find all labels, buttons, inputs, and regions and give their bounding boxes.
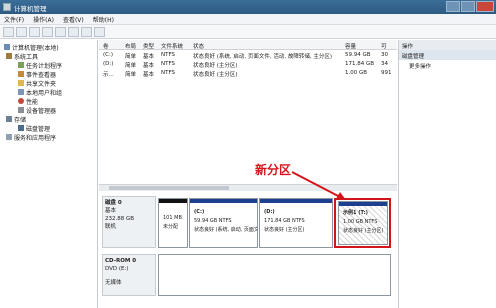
tree-disk-management[interactable]: 磁盘管理	[18, 124, 50, 133]
app-icon	[3, 3, 11, 11]
partition-d[interactable]: (D:) 171.84 GB NTFS 状态良好 (主分区)	[259, 198, 333, 248]
col-filesystem[interactable]: 文件系统	[161, 42, 183, 50]
forward-button[interactable]	[16, 26, 27, 37]
menu-file[interactable]: 文件(F)	[4, 15, 24, 24]
action-pane: 操作 磁盘管理 更多操作	[398, 40, 496, 308]
tree-local-users[interactable]: 本地用户和组	[18, 88, 62, 97]
more-actions-link[interactable]: 更多操作	[399, 60, 496, 70]
users-icon	[18, 89, 24, 95]
title-bar: 计算机管理	[0, 0, 496, 14]
partition-c[interactable]: (C:) 59.94 GB NTFS 状态良好 (系统, 启动, 页面文件	[189, 198, 258, 248]
tree-event-viewer[interactable]: 事件查看器	[18, 70, 56, 79]
menu-bar: 文件(F) 操作(A) 查看(V) 帮助(H)	[0, 14, 496, 25]
tree-root[interactable]: 计算机管理(本地)	[4, 43, 59, 52]
tree-system-tools[interactable]: 系统工具	[6, 52, 38, 61]
action-header: 操作	[399, 40, 496, 50]
tree-performance[interactable]: 性能	[18, 97, 38, 106]
event-icon	[18, 71, 24, 77]
up-button[interactable]	[29, 26, 40, 37]
col-layout[interactable]: 布局	[125, 42, 136, 50]
tree-services[interactable]: 服务和应用程序	[6, 133, 56, 142]
disk0-label[interactable]: 磁盘 0 基本 232.88 GB 联机	[102, 196, 156, 248]
tree-task-scheduler[interactable]: 任务计划程序	[18, 61, 62, 70]
maximize-button[interactable]	[461, 1, 475, 12]
annotation-highlight-box	[334, 198, 391, 248]
services-icon	[6, 134, 12, 140]
scrollbar-thumb[interactable]	[109, 186, 229, 190]
disk-icon	[18, 125, 24, 131]
table-row[interactable]: (D:) 简单 基本 NTFS 状态良好 (主分区) 171.84 GB 34	[99, 60, 397, 69]
clock-icon	[18, 62, 24, 68]
col-free[interactable]: 可	[381, 42, 387, 50]
toolbar	[0, 25, 496, 39]
device-icon	[18, 107, 24, 113]
col-status[interactable]: 状态	[193, 42, 204, 50]
menu-help[interactable]: 帮助(H)	[93, 15, 114, 24]
tree-device-manager[interactable]: 设备管理器	[18, 106, 56, 115]
folder-icon	[18, 80, 24, 86]
view-button[interactable]	[94, 26, 105, 37]
minimize-button[interactable]	[446, 1, 460, 12]
menu-view[interactable]: 查看(V)	[63, 15, 84, 24]
settings-button[interactable]	[68, 26, 79, 37]
navigation-tree: 计算机管理(本地) 系统工具 任务计划程序 事件查看器 共享文件夹 本地用户和组…	[0, 40, 98, 308]
storage-icon	[6, 116, 12, 122]
cdrom-empty-area	[158, 254, 391, 296]
performance-icon	[18, 98, 24, 104]
annotation-label: 新分区	[255, 163, 292, 177]
refresh-button[interactable]	[81, 26, 92, 37]
back-button[interactable]	[3, 26, 14, 37]
col-capacity[interactable]: 容量	[345, 42, 356, 50]
action-section-disk-management[interactable]: 磁盘管理	[399, 50, 496, 60]
col-type[interactable]: 类型	[143, 42, 154, 50]
menu-action[interactable]: 操作(A)	[33, 15, 54, 24]
help-button[interactable]	[55, 26, 66, 37]
horizontal-scrollbar[interactable]	[99, 184, 397, 191]
table-row[interactable]: 示... 简单 基本 NTFS 状态良好 (主分区) 1.00 GB 991	[99, 69, 397, 78]
computer-icon	[4, 44, 10, 50]
cdrom0-label[interactable]: CD-ROM 0 DVD (E:) 无媒体	[102, 254, 156, 296]
unallocated-partition[interactable]: 101 MB 未分配	[158, 198, 188, 248]
table-row[interactable]: (C:) 简单 基本 NTFS 状态良好 (系统, 启动, 页面文件, 活动, …	[99, 51, 397, 60]
tools-icon	[6, 53, 12, 59]
tree-shared-folders[interactable]: 共享文件夹	[18, 79, 56, 88]
properties-button[interactable]	[42, 26, 53, 37]
close-button[interactable]	[476, 1, 494, 12]
volume-list-header: 卷 布局 类型 文件系统 状态 容量 可	[99, 40, 397, 50]
col-volume[interactable]: 卷	[103, 42, 109, 50]
window-title: 计算机管理	[14, 5, 47, 13]
tree-storage[interactable]: 存储	[6, 115, 26, 124]
